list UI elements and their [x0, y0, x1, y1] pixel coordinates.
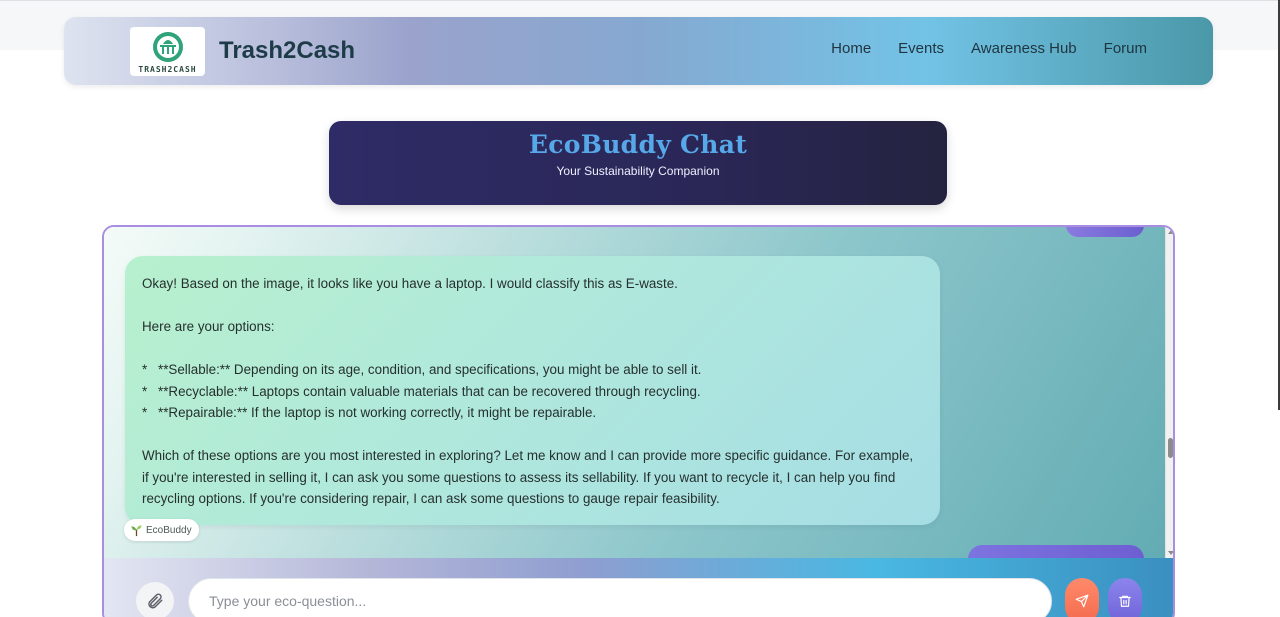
nav-home[interactable]: Home	[831, 40, 871, 57]
trash-icon	[1119, 595, 1131, 607]
bullet-marker: *	[142, 405, 148, 420]
bullet-marker: *	[142, 383, 148, 399]
send-icon	[1075, 594, 1089, 608]
sprout-icon	[131, 524, 142, 536]
chat-window: Okay! Based on the image, it looks like …	[102, 225, 1175, 617]
user-message-bubble	[1066, 227, 1144, 237]
recycle-leaf-logo-icon	[152, 31, 183, 62]
list-item: * **Sellable:** Depending on its age, co…	[142, 359, 923, 381]
sender-badge: EcoBuddy	[124, 519, 199, 541]
bullet-text: **Recyclable:** Laptops contain valuable…	[158, 383, 701, 399]
nav-awareness-hub[interactable]: Awareness Hub	[971, 40, 1077, 57]
message-list[interactable]: Okay! Based on the image, it looks like …	[104, 227, 1165, 575]
scrollbar-thumb[interactable]	[1168, 438, 1173, 458]
chat-title: EcoBuddy Chat	[528, 130, 748, 159]
attach-button[interactable]	[136, 582, 174, 617]
bullet-text: **Repairable:** If the laptop is not wor…	[158, 405, 597, 420]
chat-input[interactable]	[188, 578, 1052, 617]
bot-message-options-heading: Here are your options:	[142, 319, 275, 334]
list-item: * **Repairable:** If the laptop is not w…	[142, 402, 923, 424]
sender-name: EcoBuddy	[146, 524, 192, 536]
nav-events[interactable]: Events	[898, 40, 944, 57]
chat-header: EcoBuddy Chat Your Sustainability Compan…	[329, 121, 947, 205]
bot-message-closing: Which of these options are you most inte…	[142, 448, 914, 506]
logo-wordmark: TRASH2CASH	[138, 64, 197, 74]
send-button[interactable]	[1065, 578, 1099, 617]
bullet-text: **Sellable:** Depending on its age, cond…	[158, 362, 702, 377]
navbar: TRASH2CASH Trash2Cash Home Events Awaren…	[64, 17, 1213, 85]
nav-forum[interactable]: Forum	[1104, 40, 1147, 57]
chat-subtitle: Your Sustainability Companion	[556, 164, 720, 178]
brand-name[interactable]: Trash2Cash	[219, 37, 355, 65]
bot-message-bubble: Okay! Based on the image, it looks like …	[125, 256, 940, 525]
bullet-marker: *	[142, 362, 148, 377]
input-bar	[104, 558, 1173, 617]
scrollbar[interactable]	[1165, 227, 1173, 558]
bot-message-intro: Okay! Based on the image, it looks like …	[142, 276, 678, 291]
clear-chat-button[interactable]	[1108, 578, 1142, 617]
scroll-down-arrow-icon[interactable]	[1168, 551, 1173, 555]
logo[interactable]: TRASH2CASH	[130, 27, 205, 76]
list-item: * **Recyclable:** Laptops contain valuab…	[142, 381, 923, 403]
scroll-up-arrow-icon[interactable]	[1168, 230, 1173, 234]
nav-links: Home Events Awareness Hub Forum	[831, 40, 1147, 57]
paperclip-icon	[148, 593, 163, 609]
